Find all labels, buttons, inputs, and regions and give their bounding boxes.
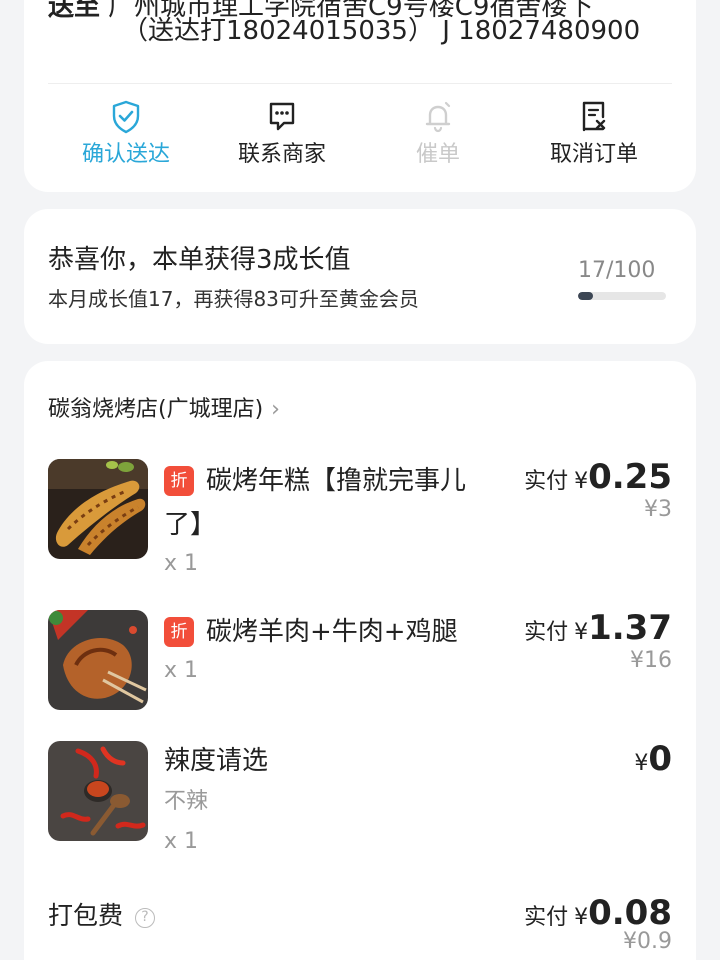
item-paid-price: 实付 ¥0.25 [524, 457, 672, 497]
paid-value: 0.25 [588, 457, 672, 497]
paid-value: 1.37 [588, 608, 672, 648]
cancel-order-button[interactable]: 取消订单 [516, 100, 672, 170]
rice-cake-image [48, 459, 148, 559]
growth-count: 17/100 [578, 258, 656, 283]
item-name: 折碳烤年糕【撸就完事儿了】 [164, 459, 474, 547]
urge-order-button[interactable]: 催单 [360, 100, 516, 170]
order-item[interactable]: 折碳烤羊肉+牛肉+鸡腿 x 1 实付 ¥1.37 ¥16 [48, 608, 672, 720]
check-shield-icon [110, 100, 142, 136]
shop-link[interactable]: 碳翁烧烤店(广城理店) › [48, 395, 280, 425]
contact-merchant-button[interactable]: 联系商家 [204, 100, 360, 170]
growth-title: 恭喜你，本单获得3成长值 [48, 245, 351, 275]
chat-icon [266, 100, 298, 136]
paid-value: 0.08 [588, 893, 672, 933]
item-quantity: x 1 [164, 658, 199, 683]
packing-fee-paid-price: 实付 ¥0.08 [524, 893, 672, 933]
chili-spice-image [48, 741, 148, 841]
growth-progress-bar [578, 292, 666, 300]
contact-merchant-label: 联系商家 [237, 142, 326, 167]
urge-order-label: 催单 [415, 142, 460, 167]
address-label: 送至 [48, 0, 101, 22]
confirm-delivery-button[interactable]: 确认送达 [48, 100, 204, 170]
item-original-price: ¥3 [644, 497, 672, 522]
paid-label: 实付 [524, 620, 569, 645]
packing-fee-label: 打包费 [48, 901, 124, 930]
lamb-beef-chicken-image [48, 610, 148, 710]
packing-fee-row: 打包费? [48, 899, 156, 933]
order-item[interactable]: 折碳烤年糕【撸就完事儿了】 x 1 实付 ¥0.25 ¥3 [48, 457, 672, 589]
item-paid-price: ¥0 [628, 739, 672, 779]
paid-value: 0 [648, 739, 672, 779]
item-name-text: 碳烤羊肉+牛肉+鸡腿 [206, 617, 458, 647]
chevron-right-icon: › [271, 397, 280, 422]
cancel-receipt-icon [578, 100, 610, 136]
order-item[interactable]: 辣度请选 不辣 x 1 ¥0 [48, 739, 672, 871]
delivery-card: 送至 广州城市理工学院宿舍C9号楼C9宿舍楼下 （送达打18024015035） … [24, 0, 696, 192]
discount-badge: 折 [164, 617, 194, 647]
cancel-order-label: 取消订单 [549, 142, 638, 167]
currency-symbol: ¥ [634, 751, 649, 776]
item-quantity: x 1 [164, 829, 199, 854]
help-icon[interactable]: ? [135, 908, 156, 928]
item-spec: 不辣 [164, 789, 209, 814]
address-line2: （送达打18024015035） J 18027480900 [122, 16, 641, 46]
confirm-delivery-label: 确认送达 [81, 142, 170, 167]
currency-symbol: ¥ [574, 620, 589, 645]
order-detail-card: 碳翁烧烤店(广城理店) › 折碳烤年糕【撸就完事儿了】 x 1 实付 ¥0.25 ¥… [24, 361, 696, 960]
item-original-price: ¥16 [630, 648, 672, 673]
item-name: 辣度请选 [164, 739, 474, 783]
growth-card[interactable]: 恭喜你，本单获得3成长值 本月成长值17，再获得83可升至黄金会员 17/100 [24, 209, 696, 344]
order-actions: 确认送达 联系商家 催单 取消订单 [48, 100, 672, 180]
item-name-text: 碳烤年糕【撸就完事儿了】 [164, 466, 467, 540]
item-quantity: x 1 [164, 551, 199, 576]
paid-label: 实付 [524, 905, 569, 930]
growth-subtitle: 本月成长值17，再获得83可升至黄金会员 [48, 287, 419, 311]
currency-symbol: ¥ [574, 469, 589, 494]
item-name-text: 辣度请选 [164, 746, 269, 776]
item-name: 折碳烤羊肉+牛肉+鸡腿 [164, 610, 474, 654]
paid-label: 实付 [524, 469, 569, 494]
shop-name: 碳翁烧烤店(广城理店) [48, 397, 264, 422]
item-paid-price: 实付 ¥1.37 [524, 608, 672, 648]
packing-fee-original-price: ¥0.9 [623, 929, 672, 954]
currency-symbol: ¥ [574, 905, 589, 930]
divider [48, 83, 672, 84]
bell-icon [422, 100, 454, 136]
discount-badge: 折 [164, 466, 194, 496]
growth-progress-fill [578, 292, 593, 300]
